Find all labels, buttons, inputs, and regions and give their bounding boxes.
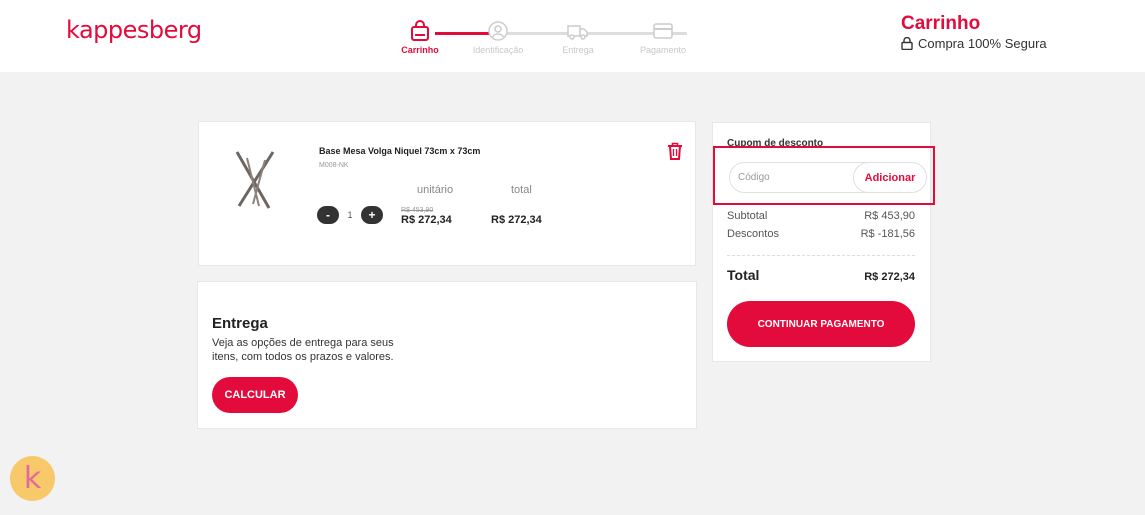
item-total-price: R$ 272,34 [491,214,542,226]
product-name[interactable]: Base Mesa Volga Niquel 73cm x 73cm [319,146,480,156]
subtotal-row: Subtotal R$ 453,90 [727,210,915,222]
secure-text: Compra 100% Segura [918,36,1047,51]
total-column-header: total [511,184,532,196]
step-entrega[interactable]: Entrega [538,20,618,55]
decrease-qty-button[interactable]: - [317,206,339,224]
quantity-stepper: - 1 + [317,206,383,224]
continue-payment-button[interactable]: CONTINUAR PAGAMENTO [727,301,915,347]
trash-icon[interactable] [667,142,683,160]
product-image[interactable] [229,148,281,210]
cart-heading: Carrinho Compra 100% Segura [901,13,1047,51]
lock-icon [901,37,913,50]
divider [727,255,915,256]
secure-purchase: Compra 100% Segura [901,36,1047,51]
step-pagamento[interactable]: Pagamento [623,20,703,55]
delivery-card: Entrega Veja as opções de entrega para s… [197,281,697,429]
subtotal-value: R$ 453,90 [864,210,915,222]
step-label: Identificação [472,45,524,55]
step-label: Pagamento [639,45,687,55]
total-value: R$ 272,34 [864,271,915,283]
bag-icon [411,20,429,41]
subtotal-label: Subtotal [727,210,768,222]
coupon-highlight: Código Adicionar [713,146,935,205]
discount-label: Descontos [727,228,779,240]
delivery-title: Entrega [212,315,268,332]
step-carrinho[interactable]: Carrinho [380,20,460,55]
step-identificacao[interactable]: Identificação [458,20,538,55]
order-summary: Cupom de desconto Código Adicionar Subto… [712,122,935,362]
card-icon [653,23,673,39]
calculate-shipping-button[interactable]: CALCULAR [212,377,298,413]
page-title: Carrinho [901,13,981,34]
quantity-value[interactable]: 1 [342,210,358,220]
increase-qty-button[interactable]: + [361,206,383,224]
total-label: Total [727,267,760,283]
checkout-steps: Carrinho Identificação Entrega Pagamento [395,20,695,60]
original-price: R$ 453,90 [401,207,434,214]
user-icon [488,21,508,41]
unit-price: R$ 272,34 [401,214,452,226]
unit-column-header: unitário [417,184,454,196]
total-row: Total R$ 272,34 [727,267,915,283]
step-label: Entrega [562,45,594,55]
add-coupon-button[interactable]: Adicionar [853,162,927,193]
delivery-description: Veja as opções de entrega para seus iten… [212,337,394,363]
site-header: kappesberg Carrinho Identificação Entreg… [0,0,1145,72]
discount-value: R$ -181,56 [860,228,915,240]
truck-icon [567,25,588,40]
chat-widget-button[interactable]: k [10,456,55,501]
cart-item: Base Mesa Volga Niquel 73cm x 73cm M008-… [198,121,696,266]
discount-row: Descontos R$ -181,56 [727,228,915,240]
logo[interactable]: kappesberg [66,16,202,44]
step-label: Carrinho [401,45,439,55]
product-sku: M008-NK [319,162,349,169]
